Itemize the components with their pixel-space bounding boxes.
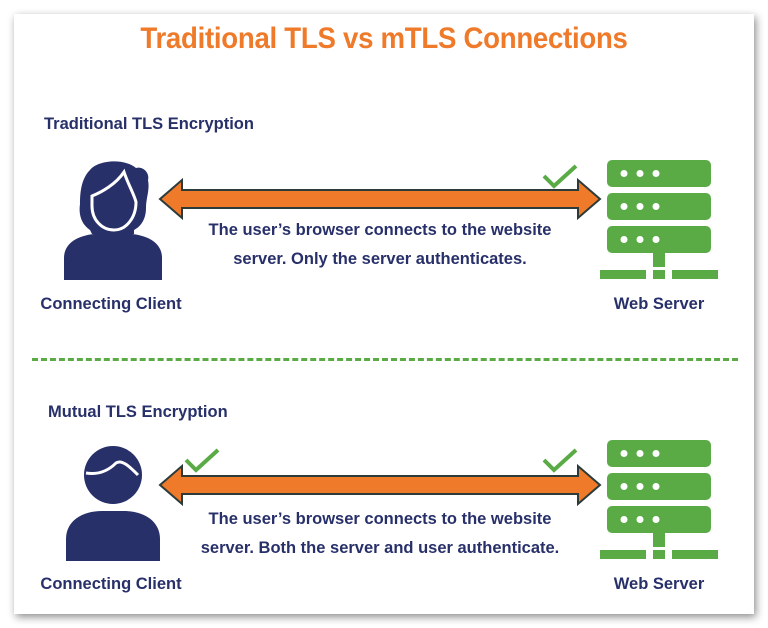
- server-rack-icon: [600, 440, 718, 559]
- server-label-traditional: Web Server: [613, 295, 705, 313]
- bidirectional-arrow-mutual: [158, 463, 602, 507]
- server-label-mutual: Web Server: [613, 575, 705, 593]
- female-user-icon: [64, 161, 162, 280]
- section-heading-traditional-tls: Traditional TLS Encryption: [44, 115, 254, 133]
- description-line-2: server. Both the server and user authent…: [200, 539, 560, 557]
- male-user-icon: [66, 446, 160, 561]
- description-line-1: The user’s browser connects to the websi…: [208, 510, 552, 528]
- description-line-2: server. Only the server authenticates.: [233, 250, 527, 268]
- description-traditional: The user’s browser connects to the websi…: [170, 216, 590, 274]
- client-label-traditional: Connecting Client: [40, 295, 182, 313]
- description-line-1: The user’s browser connects to the websi…: [208, 221, 552, 239]
- server-check-icon-traditional: [542, 164, 578, 189]
- client-label-mutual: Connecting Client: [40, 575, 182, 593]
- diagram-title: Traditional TLS vs mTLS Connections: [140, 22, 628, 55]
- section-divider: [32, 358, 738, 361]
- description-mutual: The user’s browser connects to the websi…: [170, 505, 590, 563]
- server-rack-icon: [600, 160, 718, 279]
- section-heading-mutual-tls: Mutual TLS Encryption: [48, 403, 228, 421]
